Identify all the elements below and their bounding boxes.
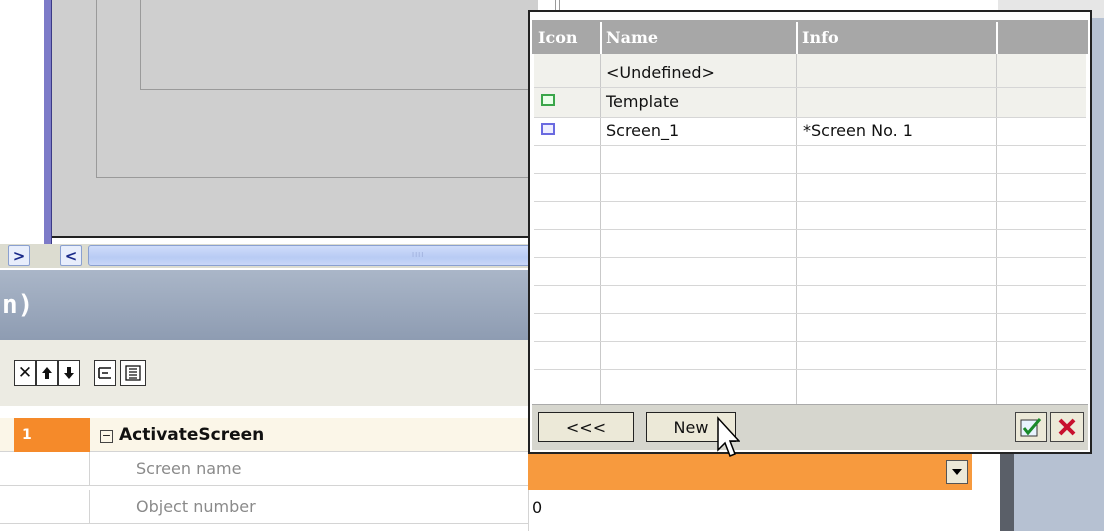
parameter-row-index-cell: [14, 490, 90, 524]
close-icon: ✕: [17, 363, 33, 383]
blue-screen-icon: [541, 123, 555, 135]
editor-margin: [0, 0, 44, 240]
arrow-up-icon: [42, 367, 52, 379]
grid-line: [534, 257, 1086, 258]
delete-button[interactable]: ✕: [14, 360, 36, 386]
grid-line: [534, 285, 1086, 286]
list-button[interactable]: [120, 360, 146, 386]
grid-line: [534, 145, 1086, 146]
scroll-right-button[interactable]: >: [8, 245, 30, 266]
cancel-button[interactable]: [1050, 412, 1084, 442]
row-index: 1: [14, 418, 90, 452]
chevron-left-icon: <: [64, 246, 78, 265]
back-button[interactable]: <<<: [538, 412, 634, 442]
list-icon: [125, 365, 141, 381]
column-header-info[interactable]: Info: [798, 22, 994, 54]
column-header-name[interactable]: Name: [602, 22, 794, 54]
picker-row-selected: [534, 118, 996, 145]
grid-line: [534, 229, 1086, 230]
object-number-value[interactable]: 0: [532, 490, 542, 526]
grid-line: [534, 201, 1086, 202]
column-separator: [996, 22, 998, 54]
panel-title: n): [0, 270, 540, 340]
screen-name-undefined[interactable]: <Undefined>: [606, 60, 715, 86]
screen-name-template[interactable]: Template: [606, 89, 679, 115]
ok-button[interactable]: [1015, 412, 1047, 442]
canvas-rectangle-inner: [140, 0, 560, 90]
grid-line: [534, 313, 1086, 314]
green-screen-icon: [541, 94, 555, 106]
editor-frame: [44, 0, 52, 244]
grid-line: [534, 341, 1086, 342]
mouse-cursor-icon: [717, 416, 740, 457]
collapse-icon[interactable]: −: [100, 430, 113, 443]
move-up-button[interactable]: [36, 360, 58, 386]
indent-icon: [98, 367, 111, 379]
column-header-icon[interactable]: Icon: [534, 22, 598, 54]
screen-info: *Screen No. 1: [803, 121, 913, 140]
parameter-row-index-cell: [14, 452, 90, 486]
grid-line: [534, 369, 1086, 370]
grid-line: [534, 87, 1086, 88]
parameter-label: Object number: [136, 497, 256, 516]
horizontal-scrollbar[interactable]: [88, 245, 540, 266]
scrollbar-grip[interactable]: IIII: [412, 252, 430, 259]
screen-name-field[interactable]: [528, 454, 972, 490]
indent-button[interactable]: [94, 360, 116, 386]
function-name-label: ActivateScreen: [119, 425, 265, 445]
move-down-button[interactable]: [58, 360, 80, 386]
close-icon: [1058, 418, 1076, 436]
parameter-label: Screen name: [136, 459, 242, 478]
grid-line: [534, 173, 1086, 174]
function-toolbar: [0, 340, 540, 406]
checkmark-icon: [1020, 418, 1042, 437]
scroll-left-button[interactable]: <: [60, 245, 82, 266]
arrow-down-icon: [64, 367, 74, 379]
screen-name-screen1[interactable]: Screen_1: [606, 118, 679, 144]
screen-name-dropdown[interactable]: [946, 460, 968, 484]
chevron-right-icon: >: [12, 246, 26, 265]
dropdown-arrow-icon: [952, 469, 962, 475]
function-name[interactable]: − ActivateScreen: [100, 418, 264, 452]
